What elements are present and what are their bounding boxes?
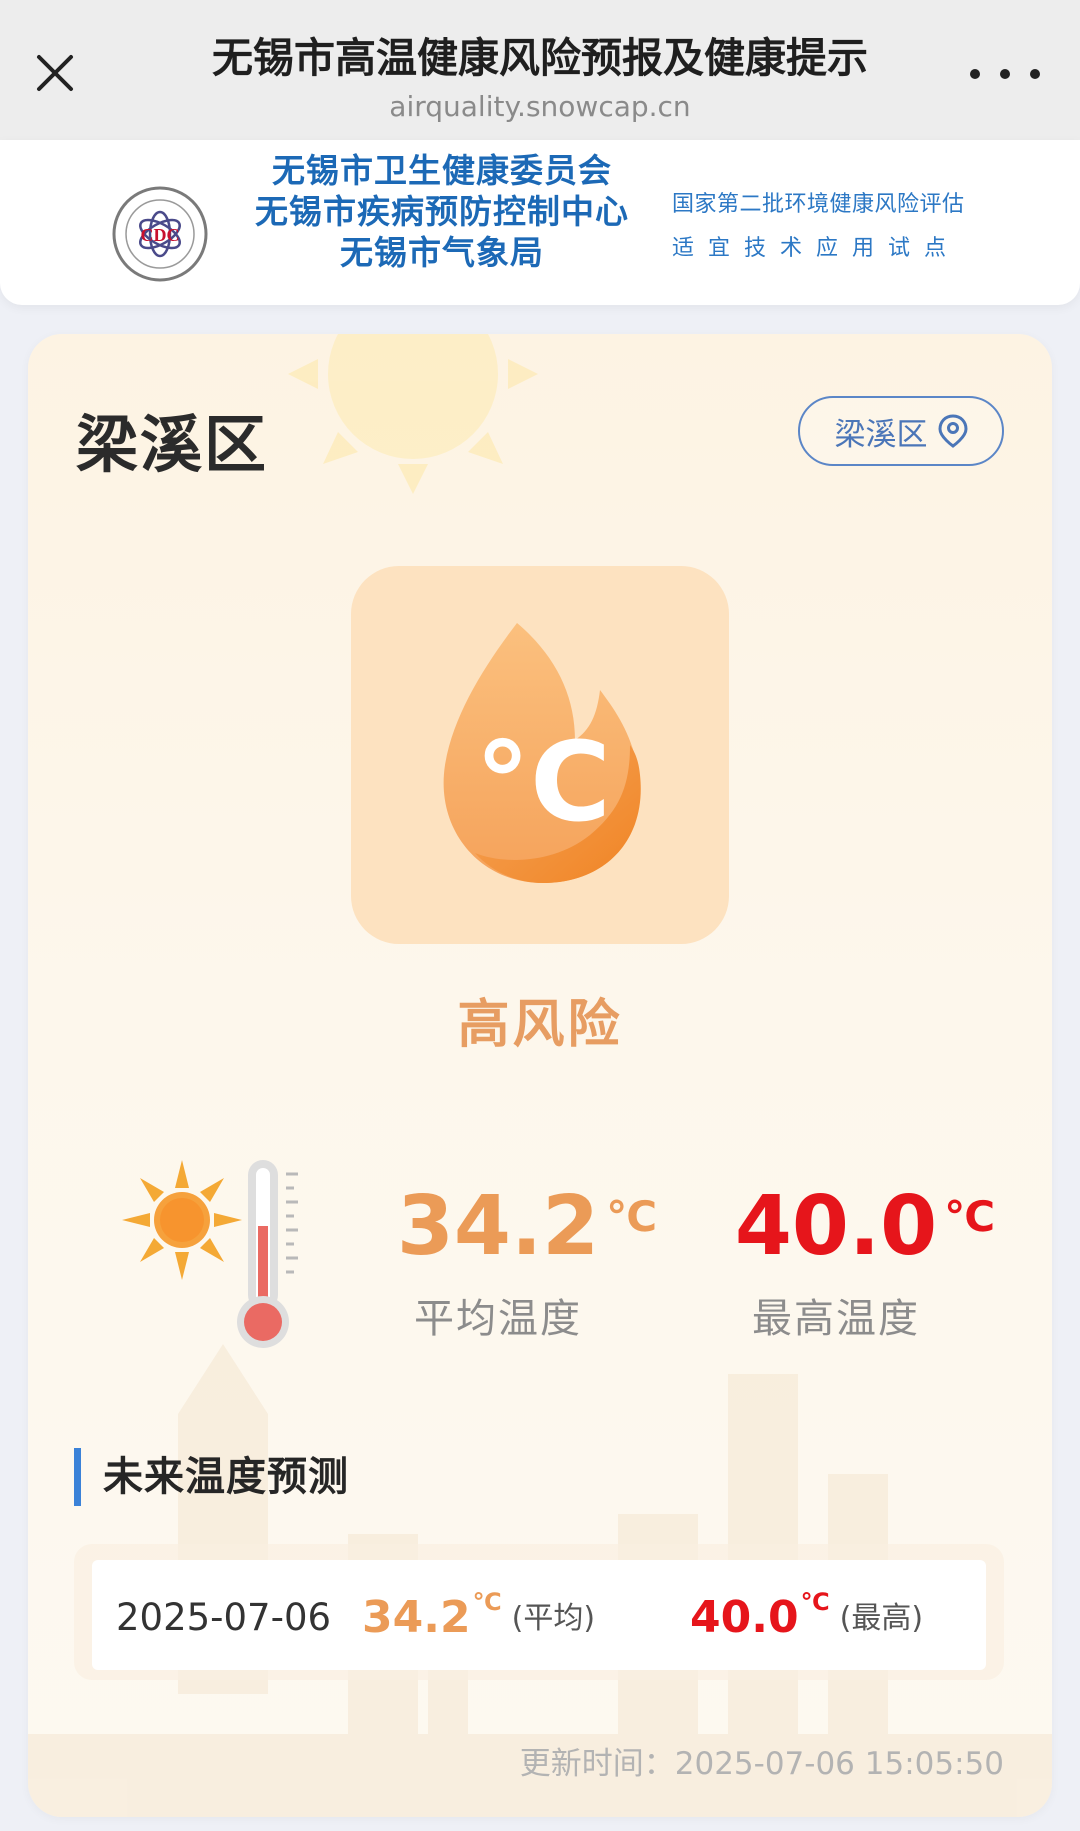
max-temperature: 40.0 ℃ 最高温度: [706, 1179, 995, 1344]
district-selector[interactable]: 梁溪区: [798, 396, 1004, 466]
risk-icon-tile: °C: [351, 566, 729, 944]
forecast-date: 2025-07-06: [116, 1596, 332, 1639]
forecast-heading: 未来温度预测: [74, 1448, 349, 1506]
average-temperature-unit: ℃: [606, 1192, 658, 1241]
close-icon: [37, 55, 73, 91]
risk-level-label: 高风险: [457, 995, 623, 1055]
max-temperature-value: 40.0 ℃: [734, 1179, 995, 1274]
risk-card: 梁溪区 梁溪区 °C 高风险 34.2 ℃ 平均温度 40.0 ℃ 最高温度 未…: [28, 334, 1052, 1817]
average-temperature-number: 34.2: [396, 1179, 600, 1274]
district-title: 梁溪区: [76, 408, 269, 481]
top-navbar: 无锡市高温健康风险预报及健康提示 airquality.snowcap.cn: [0, 0, 1080, 140]
svg-text:°C: °C: [475, 718, 611, 846]
pilot-program-note: 国家第二批环境健康风险评估 适宜技术应用试点: [672, 186, 972, 262]
forecast-average-unit: ℃: [472, 1588, 502, 1616]
more-dot-icon: [1030, 69, 1040, 79]
forecast-max-tag: (最高): [839, 1601, 924, 1636]
forecast-panel: 2025-07-06 34.2℃ (平均) 40.0℃ (最高): [74, 1544, 1004, 1680]
district-selector-label: 梁溪区: [834, 416, 928, 453]
more-options-button[interactable]: [970, 54, 1040, 94]
organization-names: 无锡市卫生健康委员会 无锡市疾病预防控制中心 无锡市气象局: [212, 150, 672, 273]
forecast-max-value: 40.0: [690, 1592, 799, 1643]
close-button[interactable]: [28, 46, 82, 100]
svg-text:CDC: CDC: [141, 225, 180, 245]
forecast-average-value: 34.2: [362, 1592, 471, 1643]
forecast-max: 40.0℃ (最高): [690, 1588, 924, 1643]
page-title: 无锡市高温健康风险预报及健康提示: [212, 34, 868, 82]
pilot-line-2: 适宜技术应用试点: [672, 236, 961, 261]
pilot-line-1: 国家第二批环境健康风险评估: [672, 192, 965, 217]
background-sun-icon: [288, 334, 538, 494]
forecast-average: 34.2℃ (平均): [362, 1588, 596, 1643]
average-temperature: 34.2 ℃ 平均温度: [373, 1179, 657, 1344]
location-pin-icon: [937, 414, 968, 448]
max-temperature-unit: ℃: [944, 1192, 996, 1241]
org-name: 无锡市疾病预防控制中心: [255, 192, 629, 231]
header-banner: CDC 无锡市卫生健康委员会 无锡市疾病预防控制中心 无锡市气象局 国家第二批环…: [0, 140, 1080, 305]
forecast-max-unit: ℃: [800, 1588, 830, 1616]
fire-temperature-icon: °C: [443, 623, 641, 883]
forecast-row: 2025-07-06 34.2℃ (平均) 40.0℃ (最高): [92, 1560, 986, 1670]
max-temperature-label: 最高温度: [752, 1296, 920, 1342]
more-dot-icon: [970, 69, 980, 79]
average-temperature-label: 平均温度: [414, 1296, 582, 1342]
org-name: 无锡市卫生健康委员会: [272, 151, 612, 190]
cdc-logo-icon: CDC: [112, 186, 208, 282]
update-timestamp: 更新时间：2025-07-06 15:05:50: [519, 1746, 1004, 1782]
sun-thermometer-icon: [122, 1160, 298, 1348]
forecast-average-tag: (平均): [511, 1601, 596, 1636]
page-url: airquality.snowcap.cn: [389, 90, 691, 123]
max-temperature-number: 40.0: [734, 1179, 938, 1274]
org-name: 无锡市气象局: [340, 233, 544, 272]
average-temperature-value: 34.2 ℃: [396, 1179, 657, 1274]
more-dot-icon: [1000, 69, 1010, 79]
